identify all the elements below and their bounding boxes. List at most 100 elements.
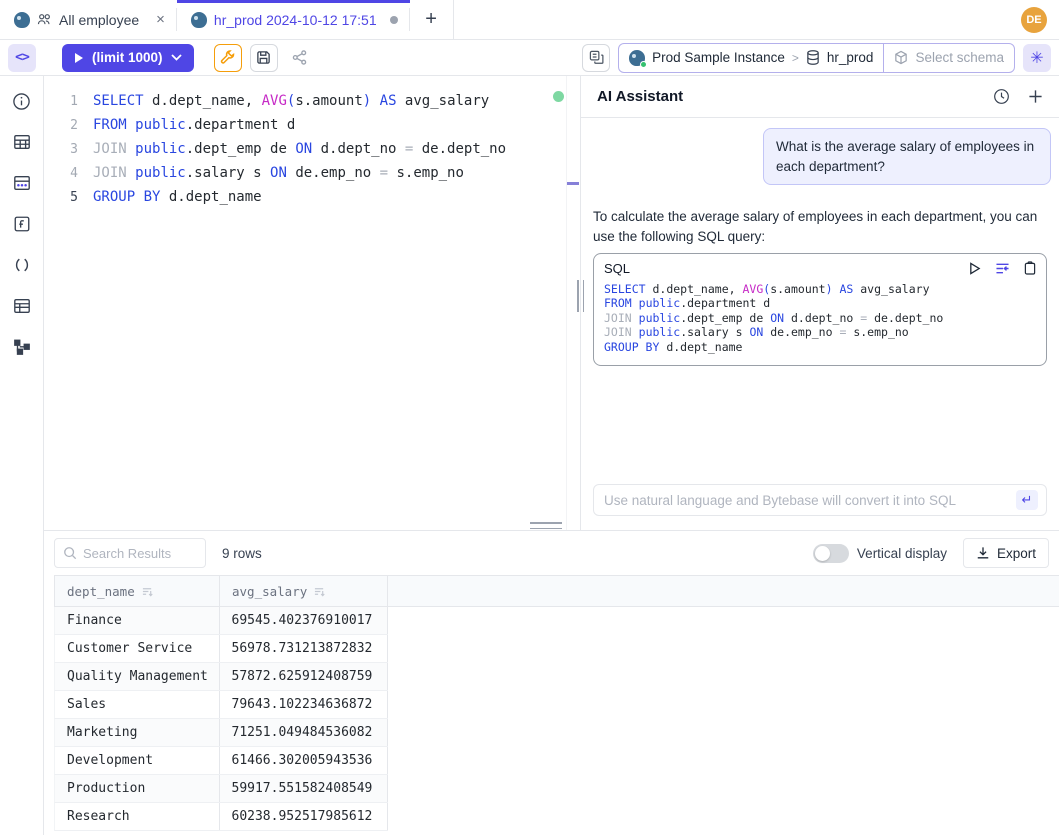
parentheses-icon[interactable]: [9, 252, 35, 278]
download-icon: [976, 546, 990, 560]
toggle-code-panel-button[interactable]: <>: [8, 44, 36, 72]
tab-hr-prod[interactable]: hr_prod 2024-10-12 17:51: [177, 0, 410, 39]
copy-clipboard-icon[interactable]: [1024, 261, 1036, 275]
connection-status-icon: [553, 91, 564, 102]
row-count: 9 rows: [222, 546, 262, 561]
worksheets-icon[interactable]: [9, 293, 35, 319]
breadcrumb-separator: >: [792, 51, 799, 65]
connection-database-selector[interactable]: Prod Sample Instance > hr_prod: [619, 44, 883, 72]
new-chat-plus-icon[interactable]: [1028, 89, 1043, 104]
database-name: hr_prod: [827, 50, 874, 65]
cell-dept-name: Research: [55, 803, 220, 830]
column-header-avg_salary[interactable]: avg_salary: [220, 576, 388, 606]
sort-icon[interactable]: [142, 586, 153, 597]
postgres-icon: [191, 12, 207, 28]
scrollbar-cursor-mark: [567, 182, 579, 185]
ai-assistant-header: AI Assistant: [581, 76, 1059, 118]
tab-label: hr_prod 2024-10-12 17:51: [214, 12, 377, 28]
save-sheet-button[interactable]: [250, 44, 278, 72]
run-label: (limit 1000): [92, 50, 163, 65]
results-table: dept_nameavg_salary Finance69545.4023769…: [54, 575, 1059, 835]
cell-dept-name: Quality Management: [55, 663, 220, 690]
run-query-button[interactable]: (limit 1000): [62, 44, 194, 72]
table-row[interactable]: Customer Service56978.731213872832: [54, 635, 388, 663]
results-resize-handle[interactable]: [530, 522, 562, 529]
new-tab-button[interactable]: +: [410, 0, 454, 39]
table-row[interactable]: Development61466.302005943536: [54, 747, 388, 775]
cell-avg-salary: 79643.102234636872: [220, 691, 389, 718]
vertical-display-control: Vertical display: [813, 544, 947, 563]
enter-return-icon[interactable]: ↵: [1016, 490, 1038, 510]
table-row[interactable]: Quality Management57872.625912408759: [54, 663, 388, 691]
batch-query-icon: [589, 50, 604, 65]
tab-all-employee[interactable]: All employee ×: [0, 0, 177, 39]
cell-avg-salary: 56978.731213872832: [220, 635, 389, 662]
suggested-sql-code: SELECT d.dept_name, AVG(s.amount) AS avg…: [604, 282, 1036, 355]
schema-placeholder: Select schema: [915, 50, 1004, 65]
sql-code-block: SQL SELECT d.dept_name, AVG(s.amount) AS…: [593, 253, 1047, 366]
cell-dept-name: Sales: [55, 691, 220, 718]
sql-editor[interactable]: 1SELECT d.dept_name, AVG(s.amount) AS av…: [44, 76, 580, 530]
connection-breadcrumb: Prod Sample Instance > hr_prod Select sc…: [618, 43, 1015, 73]
postgres-icon: [14, 12, 30, 28]
chat-area: What is the average salary of employees …: [581, 118, 1059, 530]
schema-colored-icon[interactable]: [9, 170, 35, 196]
database-icon: [806, 50, 820, 65]
user-avatar[interactable]: DE: [1021, 7, 1047, 33]
ai-prompt-input[interactable]: [604, 493, 1016, 508]
batch-query-button[interactable]: [582, 44, 610, 72]
sql-editor-app: All employee × hr_prod 2024-10-12 17:51 …: [0, 0, 1059, 835]
cell-avg-salary: 71251.049484536082: [220, 719, 389, 746]
close-tab-icon[interactable]: ×: [156, 12, 165, 27]
table-row[interactable]: Finance69545.402376910017: [54, 607, 388, 635]
share-button[interactable]: [286, 44, 314, 72]
format-sql-button[interactable]: [214, 44, 242, 72]
search-results-input[interactable]: [83, 546, 197, 561]
response-text: To calculate the average salary of emplo…: [593, 209, 1037, 244]
vertical-display-toggle[interactable]: [813, 544, 849, 563]
sql-code[interactable]: 1SELECT d.dept_name, AVG(s.amount) AS av…: [44, 89, 580, 209]
table-row[interactable]: Marketing71251.049484536082: [54, 719, 388, 747]
code-language-label: SQL: [604, 259, 630, 279]
column-header-dept_name[interactable]: dept_name: [55, 576, 220, 606]
postgres-icon: [629, 50, 645, 66]
tab-bar: All employee × hr_prod 2024-10-12 17:51 …: [0, 0, 1059, 40]
cell-avg-salary: 69545.402376910017: [220, 607, 389, 634]
table-row[interactable]: Sales79643.102234636872: [54, 691, 388, 719]
run-code-icon[interactable]: [969, 262, 981, 275]
unsaved-dot-icon: [390, 16, 398, 24]
user-message-bubble: What is the average salary of employees …: [763, 128, 1051, 185]
functions-icon[interactable]: [9, 211, 35, 237]
table-row[interactable]: Production59917.551582408549: [54, 775, 388, 803]
cell-avg-salary: 61466.302005943536: [220, 747, 389, 774]
users-icon: [37, 13, 52, 26]
results-toolbar: 9 rows Vertical display Export: [44, 531, 1059, 575]
status-dot-icon: [640, 61, 647, 68]
editor-toolbar: <> (limit 1000) Prod Sample Instance > h…: [0, 40, 1059, 76]
tables-icon[interactable]: [9, 129, 35, 155]
panel-title: AI Assistant: [597, 88, 683, 105]
chevron-down-icon: [171, 54, 182, 61]
tab-label: All employee: [59, 12, 139, 28]
insert-to-editor-icon[interactable]: [995, 262, 1010, 275]
export-button[interactable]: Export: [963, 538, 1049, 568]
wrench-icon: [220, 50, 236, 66]
vertical-display-label: Vertical display: [857, 546, 947, 561]
cell-dept-name: Marketing: [55, 719, 220, 746]
openai-icon: ✳: [1030, 48, 1043, 68]
info-icon[interactable]: [9, 88, 35, 114]
instance-name: Prod Sample Instance: [652, 50, 785, 65]
ai-assistant-toggle-button[interactable]: ✳: [1023, 44, 1051, 72]
history-clock-icon[interactable]: [993, 88, 1010, 105]
schema-selector[interactable]: Select schema: [883, 44, 1014, 72]
export-label: Export: [997, 546, 1036, 561]
tab-separator: [409, 8, 410, 31]
cell-dept-name: Customer Service: [55, 635, 220, 662]
sort-icon[interactable]: [314, 586, 325, 597]
cell-avg-salary: 60238.952517985612: [220, 803, 389, 830]
er-diagram-icon[interactable]: [9, 334, 35, 360]
search-results-box[interactable]: [54, 538, 206, 568]
left-sidebar: [0, 76, 44, 835]
cell-dept-name: Development: [55, 747, 220, 774]
table-row[interactable]: Research60238.952517985612: [54, 803, 388, 831]
